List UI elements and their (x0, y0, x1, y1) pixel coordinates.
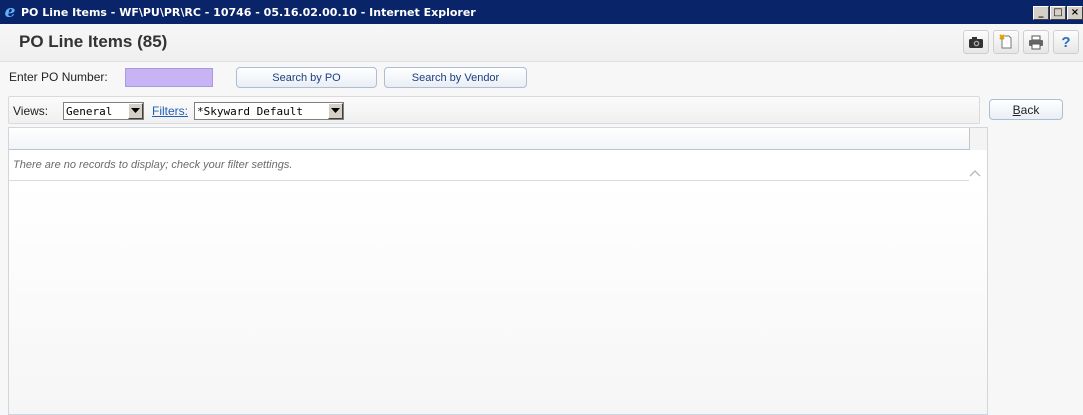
internet-explorer-icon: e (4, 2, 16, 22)
po-line-items-grid: There are no records to display; check y… (8, 127, 988, 415)
chevron-down-icon[interactable] (128, 103, 143, 119)
po-number-label: Enter PO Number: (9, 70, 108, 84)
scroll-up-icon[interactable] (967, 166, 983, 180)
minimize-button[interactable]: _ (1033, 6, 1049, 20)
views-selected-value: General (66, 104, 113, 118)
search-by-vendor-button[interactable]: Search by Vendor (384, 67, 527, 88)
maximize-button[interactable]: □ (1050, 6, 1066, 20)
page-header: PO Line Items (85) ? (0, 24, 1083, 62)
grid-header-scrollbar[interactable] (969, 128, 987, 150)
page-title: PO Line Items (85) (19, 32, 168, 51)
grid-header (9, 128, 987, 150)
window-titlebar: e PO Line Items - WF\PU\PR\RC - 10746 - … (0, 0, 1083, 24)
window-title: PO Line Items - WF\PU\PR\RC - 10746 - 05… (21, 5, 476, 19)
filters-selected-value: *Skyward Default (197, 104, 303, 118)
filters-select[interactable]: *Skyward Default (194, 102, 344, 120)
window-controls: _ □ × (1033, 6, 1083, 20)
filters-link[interactable]: Filters: (152, 104, 188, 118)
help-icon[interactable]: ? (1053, 30, 1079, 54)
print-icon[interactable] (1023, 30, 1049, 54)
views-select[interactable]: General (63, 102, 144, 120)
page-content: PO Line Items (85) ? Enter PO Number: Se… (0, 24, 1083, 415)
back-button[interactable]: Back (989, 99, 1063, 120)
back-button-accesskey: B (1012, 102, 1021, 117)
views-label: Views: (13, 104, 49, 118)
camera-icon[interactable] (963, 30, 989, 54)
grid-body (9, 181, 987, 414)
new-page-icon[interactable] (993, 30, 1019, 54)
close-button[interactable]: × (1067, 6, 1083, 20)
po-number-input[interactable] (125, 68, 213, 87)
back-button-label: ack (1020, 102, 1040, 117)
views-filters-bar: Views: General Filters: *Skyward Default (8, 96, 980, 124)
chevron-down-icon[interactable] (328, 103, 343, 119)
empty-records-message: There are no records to display; check y… (13, 159, 293, 171)
header-toolbar: ? (963, 30, 1079, 54)
search-row: Enter PO Number: Search by PO Search by … (0, 64, 1083, 92)
search-by-po-button[interactable]: Search by PO (236, 67, 377, 88)
